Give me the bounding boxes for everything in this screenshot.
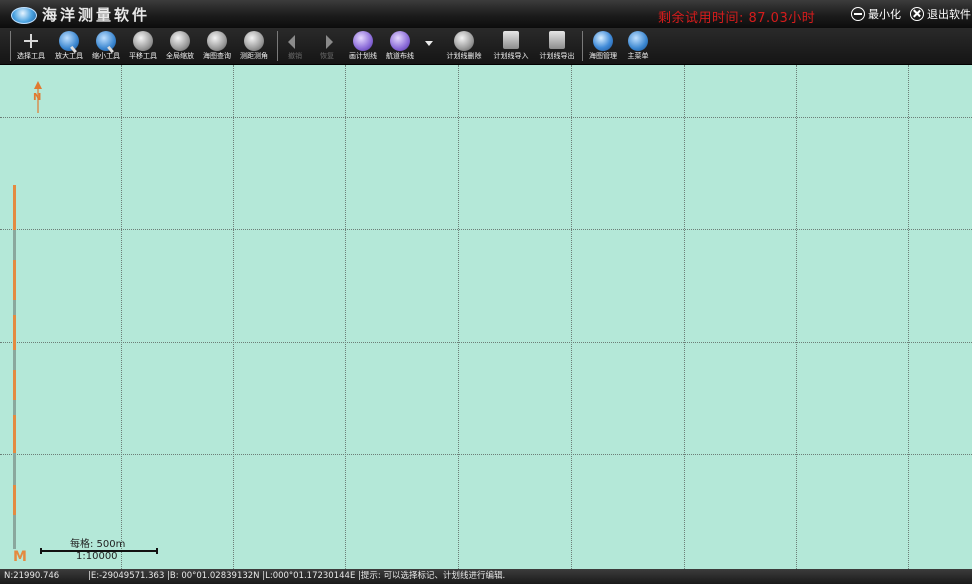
exit-label: 退出软件 — [927, 8, 971, 21]
scale-bar: 每格: 500m 1:10000 — [40, 533, 158, 567]
tool-label: 撤销 — [288, 52, 302, 60]
zoom-in-icon — [59, 31, 79, 51]
tool-label: 主菜单 — [627, 52, 649, 60]
dropdown-caret-icon — [425, 41, 433, 46]
tool-label: 计划线删除 — [446, 52, 482, 60]
channel-layout-button[interactable]: 航道布线 — [382, 28, 418, 64]
app-logo-icon — [11, 7, 37, 24]
toolbar-separator — [277, 31, 278, 61]
trial-remaining-text: 剩余试用时间: 87.03小时 — [658, 11, 816, 26]
crosshair-icon — [21, 31, 41, 51]
draw-plan-line-button[interactable]: 画计划线 — [346, 28, 380, 64]
status-coordinates-hint: |E:-29049571.363 |B: 00°01.02839132N |L:… — [88, 571, 506, 581]
minimize-label: 最小化 — [868, 8, 901, 21]
import-plan-line-icon — [503, 31, 519, 49]
select-tool-button[interactable]: 选择工具 — [14, 28, 48, 64]
toolbar-separator — [10, 31, 11, 61]
main-menu-button[interactable]: 主菜单 — [623, 28, 653, 64]
measure-ruler-icon — [244, 31, 264, 51]
delete-plan-line-button[interactable]: 计划线删除 — [442, 28, 486, 64]
tool-label: 选择工具 — [17, 52, 45, 60]
toolbar-separator — [582, 31, 583, 61]
grid-line — [121, 65, 122, 569]
export-plan-line-icon — [549, 31, 565, 49]
scale-ratio: 1:10000 — [76, 551, 118, 562]
grid-line — [458, 65, 459, 569]
draw-plan-line-icon — [353, 31, 373, 51]
title-bar: 海洋测量软件 剩余试用时间: 87.03小时 最小化 退出软件 — [0, 0, 972, 28]
query-pointer-icon — [207, 31, 227, 51]
grid-line — [796, 65, 797, 569]
status-bar: N:21990.746 |E:-29049571.363 |B: 00°01.0… — [0, 569, 972, 584]
grid-line — [0, 117, 972, 118]
zoom-out-icon — [96, 31, 116, 51]
grid-line — [684, 65, 685, 569]
tool-label: 放大工具 — [55, 52, 83, 60]
toolbar: 选择工具 放大工具 缩小工具 平移工具 全局缩放 海图查询 测距测角 撤销 恢复… — [0, 28, 972, 65]
tool-label: 全局缩放 — [166, 52, 194, 60]
tool-label: 平移工具 — [129, 52, 157, 60]
tool-label: 测距测角 — [240, 52, 268, 60]
export-plan-line-button[interactable]: 计划线导出 — [535, 28, 579, 64]
app-title: 海洋测量软件 — [42, 6, 151, 24]
tool-label: 恢复 — [320, 52, 334, 60]
redo-arrow-icon — [317, 31, 337, 51]
minimize-button[interactable]: 最小化 — [851, 5, 901, 23]
tool-label: 航道布线 — [386, 52, 414, 60]
tool-label: 画计划线 — [349, 52, 377, 60]
grid-line — [0, 342, 972, 343]
fit-all-button[interactable]: 全局缩放 — [163, 28, 197, 64]
grid-line — [908, 65, 909, 569]
grid-line — [345, 65, 346, 569]
grid-line — [233, 65, 234, 569]
vertical-ruler — [13, 185, 16, 549]
undo-button[interactable]: 撤销 — [280, 28, 310, 64]
chart-map-canvas[interactable]: N 每格: 500m 1:10000 M — [0, 65, 972, 569]
grid-line — [0, 229, 972, 230]
tool-label: 海图管理 — [589, 52, 617, 60]
north-label: N — [33, 92, 42, 103]
corner-mark: M — [13, 549, 27, 565]
tool-label: 计划线导入 — [493, 52, 529, 60]
tool-label: 海图查询 — [203, 52, 231, 60]
exit-button[interactable]: 退出软件 — [910, 5, 971, 23]
minus-circle-icon — [851, 7, 865, 21]
channel-dropdown-button[interactable] — [421, 28, 437, 64]
import-plan-line-button[interactable]: 计划线导入 — [489, 28, 533, 64]
main-menu-return-icon — [628, 31, 648, 51]
undo-arrow-icon — [285, 31, 305, 51]
pan-tool-button[interactable]: 平移工具 — [126, 28, 160, 64]
tool-label: 计划线导出 — [539, 52, 575, 60]
close-circle-icon — [910, 7, 924, 21]
zoom-out-button[interactable]: 缩小工具 — [89, 28, 123, 64]
grid-line — [0, 454, 972, 455]
channel-layout-icon — [390, 31, 410, 51]
tool-label: 缩小工具 — [92, 52, 120, 60]
zoom-in-button[interactable]: 放大工具 — [52, 28, 86, 64]
redo-button[interactable]: 恢复 — [312, 28, 342, 64]
chart-query-button[interactable]: 海图查询 — [200, 28, 234, 64]
globe-icon — [593, 31, 613, 51]
grid-line — [571, 65, 572, 569]
delete-plan-line-icon — [454, 31, 474, 51]
measure-button[interactable]: 测距测角 — [236, 28, 272, 64]
fit-all-icon — [170, 31, 190, 51]
status-northing: N:21990.746 — [4, 571, 60, 581]
chart-management-button[interactable]: 海图管理 — [585, 28, 621, 64]
hand-pan-icon — [133, 31, 153, 51]
